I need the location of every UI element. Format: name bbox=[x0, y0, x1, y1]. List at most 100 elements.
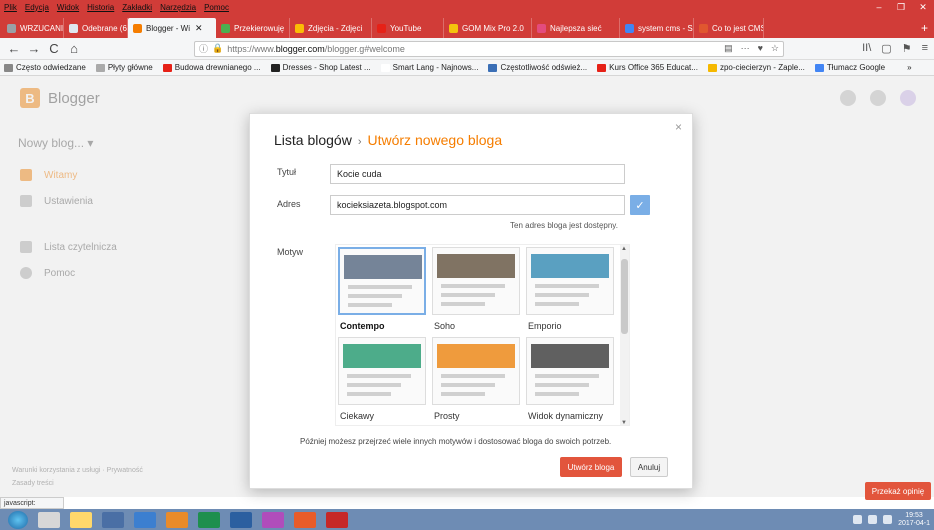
bookmark-item[interactable]: » bbox=[895, 63, 912, 72]
start-button-icon[interactable] bbox=[8, 510, 28, 529]
bookmark-item[interactable]: zpo-ciecierzyn - Zaple... bbox=[707, 63, 805, 72]
bookmark-star-icon[interactable]: ☆ bbox=[771, 43, 779, 54]
menu-view[interactable]: Widok bbox=[53, 3, 83, 12]
tab-4[interactable]: Zdjęcia - Zdjęci bbox=[290, 18, 372, 38]
browser-menu-bar: Plik Edycja Widok Historia Zakładki Narz… bbox=[0, 0, 934, 14]
scroll-up-icon[interactable]: ▲ bbox=[621, 246, 627, 252]
theme-option-5[interactable]: Widok dynamiczny bbox=[526, 337, 616, 425]
bookmark-label: Smart Lang - Najnows... bbox=[392, 63, 479, 72]
taskbar-app-icon[interactable] bbox=[134, 511, 156, 528]
tray-volume-icon[interactable] bbox=[868, 515, 878, 524]
bookmark-item[interactable]: Tłumacz Google bbox=[814, 63, 885, 72]
menu-bookmarks[interactable]: Zakładki bbox=[118, 3, 156, 12]
theme-scrollbar[interactable]: ▲ ▼ bbox=[620, 245, 629, 425]
info-icon[interactable]: ⓘ bbox=[199, 42, 208, 55]
bookmark-item[interactable]: Często odwiedzane bbox=[4, 63, 86, 72]
bookmark-item[interactable]: Budowa drewnianego ... bbox=[162, 63, 261, 72]
forward-button[interactable]: → bbox=[24, 41, 44, 56]
tray-flag-icon[interactable] bbox=[883, 515, 893, 524]
address-input[interactable]: kocieksiazeta.blogspot.com bbox=[330, 195, 625, 215]
tab-label: WRZUCANIE FIL bbox=[20, 23, 64, 33]
library-icon[interactable]: II\ bbox=[862, 42, 871, 55]
thumb-header bbox=[531, 254, 609, 278]
pocket-icon[interactable]: ♥ bbox=[758, 43, 763, 54]
tab-9[interactable]: Co to jest CMS bbox=[694, 18, 764, 38]
tab-label: Najlepsza sieć bbox=[550, 23, 602, 33]
tab-favicon-icon bbox=[449, 23, 458, 33]
close-icon[interactable]: × bbox=[675, 120, 682, 134]
taskbar-app-icon[interactable] bbox=[326, 511, 348, 528]
menu-tools[interactable]: Narzędzia bbox=[156, 3, 200, 12]
tab-1[interactable]: Odebrane (6) - F bbox=[64, 18, 128, 38]
tab-5[interactable]: YouTube bbox=[372, 18, 444, 38]
tab-8[interactable]: system cms - Sz bbox=[620, 18, 694, 38]
thumb-header bbox=[344, 255, 422, 279]
bookmark-label: Budowa drewnianego ... bbox=[174, 63, 261, 72]
address-available-hint: Ten adres bloga jest dostępny. bbox=[510, 221, 618, 230]
theme-name: Contempo bbox=[340, 321, 385, 331]
bookmark-item[interactable]: Płyty główne bbox=[95, 63, 153, 72]
taskbar-app-icon[interactable] bbox=[230, 511, 252, 528]
menu-edit[interactable]: Edycja bbox=[21, 3, 53, 12]
hamburger-menu-icon[interactable]: ≡ bbox=[922, 42, 928, 55]
taskbar-app-icon[interactable] bbox=[70, 511, 92, 528]
tab-favicon-icon bbox=[69, 23, 78, 33]
menu-file[interactable]: Plik bbox=[0, 3, 21, 12]
tab-favicon-icon bbox=[295, 23, 304, 33]
theme-option-1[interactable]: Soho bbox=[432, 247, 522, 335]
breadcrumb-blog-list-link[interactable]: Lista blogów bbox=[274, 132, 352, 148]
close-window-button[interactable]: ✕ bbox=[912, 2, 934, 13]
taskbar-app-icon[interactable] bbox=[294, 511, 316, 528]
reader-view-icon[interactable]: ▤ bbox=[724, 43, 733, 54]
bookmark-label: Częstotliwość odśwież... bbox=[500, 63, 588, 72]
tab-2[interactable]: Blogger - Wi ✕ bbox=[128, 18, 216, 38]
tab-close-icon[interactable]: ✕ bbox=[195, 23, 203, 34]
feedback-button[interactable]: Przekaż opinię bbox=[865, 482, 931, 500]
theme-option-2[interactable]: Emporio bbox=[526, 247, 616, 335]
theme-option-4[interactable]: Prosty bbox=[432, 337, 522, 425]
reload-button[interactable]: C bbox=[44, 41, 64, 56]
theme-name: Emporio bbox=[528, 321, 562, 331]
extension-icon[interactable]: ⚑ bbox=[902, 42, 912, 55]
tab-strip: WRZUCANIE FILOdebrane (6) - FBlogger - W… bbox=[0, 14, 934, 38]
clock[interactable]: 19:53 2017-04-1 bbox=[898, 512, 930, 528]
tab-3[interactable]: Przekierowuję bbox=[216, 18, 290, 38]
taskbar-app-icon[interactable] bbox=[262, 511, 284, 528]
taskbar-app-icon[interactable] bbox=[102, 511, 124, 528]
create-blog-button[interactable]: Utwórz bloga bbox=[560, 457, 622, 477]
bookmark-item[interactable]: Częstotliwość odśwież... bbox=[488, 63, 587, 72]
taskbar-app-icon[interactable] bbox=[166, 511, 188, 528]
home-button[interactable]: ⌂ bbox=[64, 41, 84, 56]
taskbar-app-icon[interactable] bbox=[38, 511, 60, 528]
bookmark-favicon-icon bbox=[895, 63, 905, 72]
menu-history[interactable]: Historia bbox=[83, 3, 118, 12]
back-button[interactable]: ← bbox=[4, 41, 24, 56]
bookmark-favicon-icon bbox=[488, 63, 498, 72]
tab-7[interactable]: Najlepsza sieć bbox=[532, 18, 620, 38]
tab-0[interactable]: WRZUCANIE FIL bbox=[2, 18, 64, 38]
tab-6[interactable]: GOM Mix Pro 2.0 bbox=[444, 18, 532, 38]
theme-option-3[interactable]: Ciekawy bbox=[338, 337, 428, 425]
theme-option-0[interactable]: Contempo bbox=[338, 247, 428, 335]
tab-label: system cms - Sz bbox=[638, 23, 694, 33]
thumb-header bbox=[531, 344, 609, 368]
bookmark-item[interactable]: Dresses - Shop Latest ... bbox=[270, 63, 371, 72]
theme-label: Motyw bbox=[277, 247, 304, 257]
scroll-down-icon[interactable]: ▼ bbox=[621, 420, 627, 425]
bookmark-item[interactable]: Smart Lang - Najnows... bbox=[380, 63, 479, 72]
taskbar-app-icon[interactable] bbox=[198, 511, 220, 528]
menu-help[interactable]: Pomoc bbox=[200, 3, 233, 12]
thumb-text-line bbox=[347, 383, 401, 387]
sidebar-icon[interactable]: ▢ bbox=[881, 42, 891, 55]
scroll-thumb[interactable] bbox=[621, 259, 628, 334]
minimize-button[interactable]: – bbox=[868, 2, 890, 13]
address-bar[interactable]: ⓘ 🔒 https://www. blogger.com/blogger.g#we… bbox=[194, 40, 784, 57]
title-input[interactable]: Kocie cuda bbox=[330, 164, 625, 184]
bookmark-item[interactable]: Kurs Office 365 Educat... bbox=[597, 63, 698, 72]
bookmark-favicon-icon bbox=[597, 63, 607, 72]
cancel-button[interactable]: Anuluj bbox=[630, 457, 668, 477]
new-tab-button[interactable]: + bbox=[915, 18, 934, 38]
tray-network-icon[interactable] bbox=[853, 515, 863, 524]
page-actions-icon[interactable]: ··· bbox=[741, 43, 750, 54]
maximize-button[interactable]: ❐ bbox=[890, 2, 912, 13]
